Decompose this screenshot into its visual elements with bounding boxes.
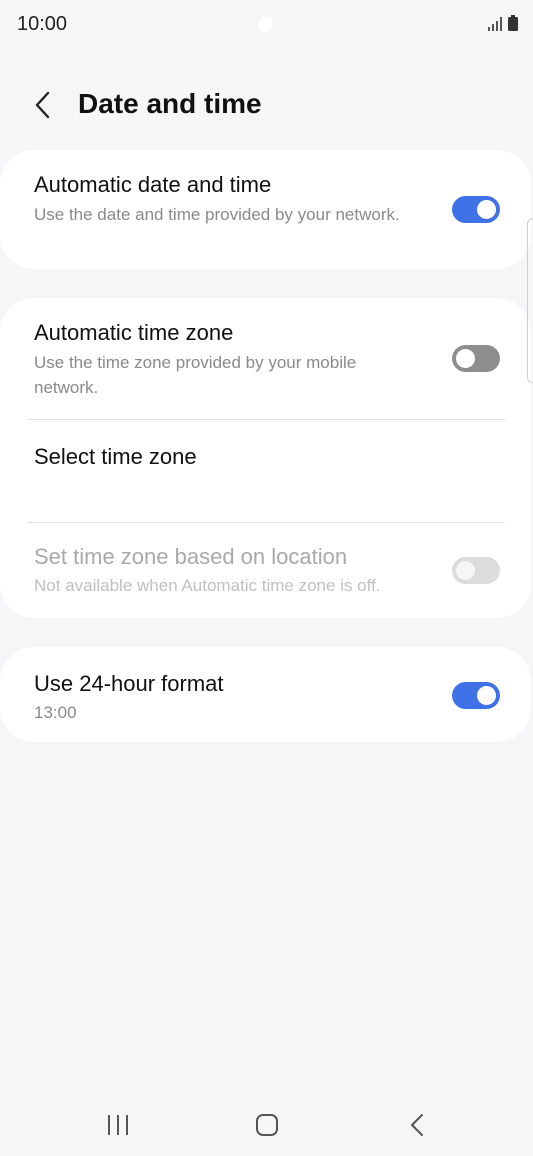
location-time-zone-title: Set time zone based on location [34,544,348,569]
hour-format-toggle[interactable] [452,682,500,709]
select-time-zone-title: Select time zone [34,444,197,469]
app-header: Date and time [0,80,533,130]
location-time-zone-subtitle: Not available when Automatic time zone i… [34,576,381,595]
hour-format-card: Use 24-hour format 13:00 [0,647,531,742]
recent-apps-icon [108,1115,128,1135]
battery-icon [508,15,518,31]
auto-time-zone-title: Automatic time zone [34,320,234,345]
navigation-bar [0,1095,533,1155]
auto-date-time-row[interactable]: Automatic date and time Use the date and… [0,150,531,269]
auto-date-time-toggle[interactable] [452,196,500,223]
status-icons [488,15,518,31]
back-icon [411,1114,423,1136]
location-time-zone-row: Set time zone based on location Not avai… [0,523,531,618]
toggle-knob [477,686,496,705]
toggle-knob [456,349,475,368]
nav-back-button[interactable] [397,1105,437,1145]
hour-format-title: Use 24-hour format [34,671,224,696]
chevron-left-icon [35,91,50,119]
auto-date-time-card: Automatic date and time Use the date and… [0,150,531,269]
camera-cutout [258,17,273,32]
status-bar: 10:00 [0,0,533,50]
auto-date-time-subtitle: Use the date and time provided by your n… [34,205,400,224]
time-zone-card: Automatic time zone Use the time zone pr… [0,298,531,618]
signal-icon [488,17,502,31]
auto-time-zone-toggle[interactable] [452,345,500,372]
home-icon [256,1114,278,1136]
select-time-zone-row[interactable]: Select time zone [0,420,531,522]
settings-screen: 10:00 Date and time Automatic date and t… [0,0,533,1156]
location-time-zone-toggle [452,557,500,584]
auto-time-zone-subtitle: Use the time zone provided by your mobil… [34,353,357,397]
status-time: 10:00 [17,13,68,35]
home-button[interactable] [247,1105,287,1145]
recent-apps-button[interactable] [98,1105,138,1145]
auto-time-zone-row[interactable]: Automatic time zone Use the time zone pr… [0,298,531,419]
hour-format-row[interactable]: Use 24-hour format 13:00 [0,647,531,742]
hour-format-subtitle: 13:00 [34,703,77,722]
toggle-knob [477,200,496,219]
toggle-knob [456,561,475,580]
auto-date-time-title: Automatic date and time [34,172,272,197]
back-button[interactable] [26,88,60,122]
page-title: Date and time [78,88,262,119]
edge-panel-handle[interactable] [527,218,533,383]
